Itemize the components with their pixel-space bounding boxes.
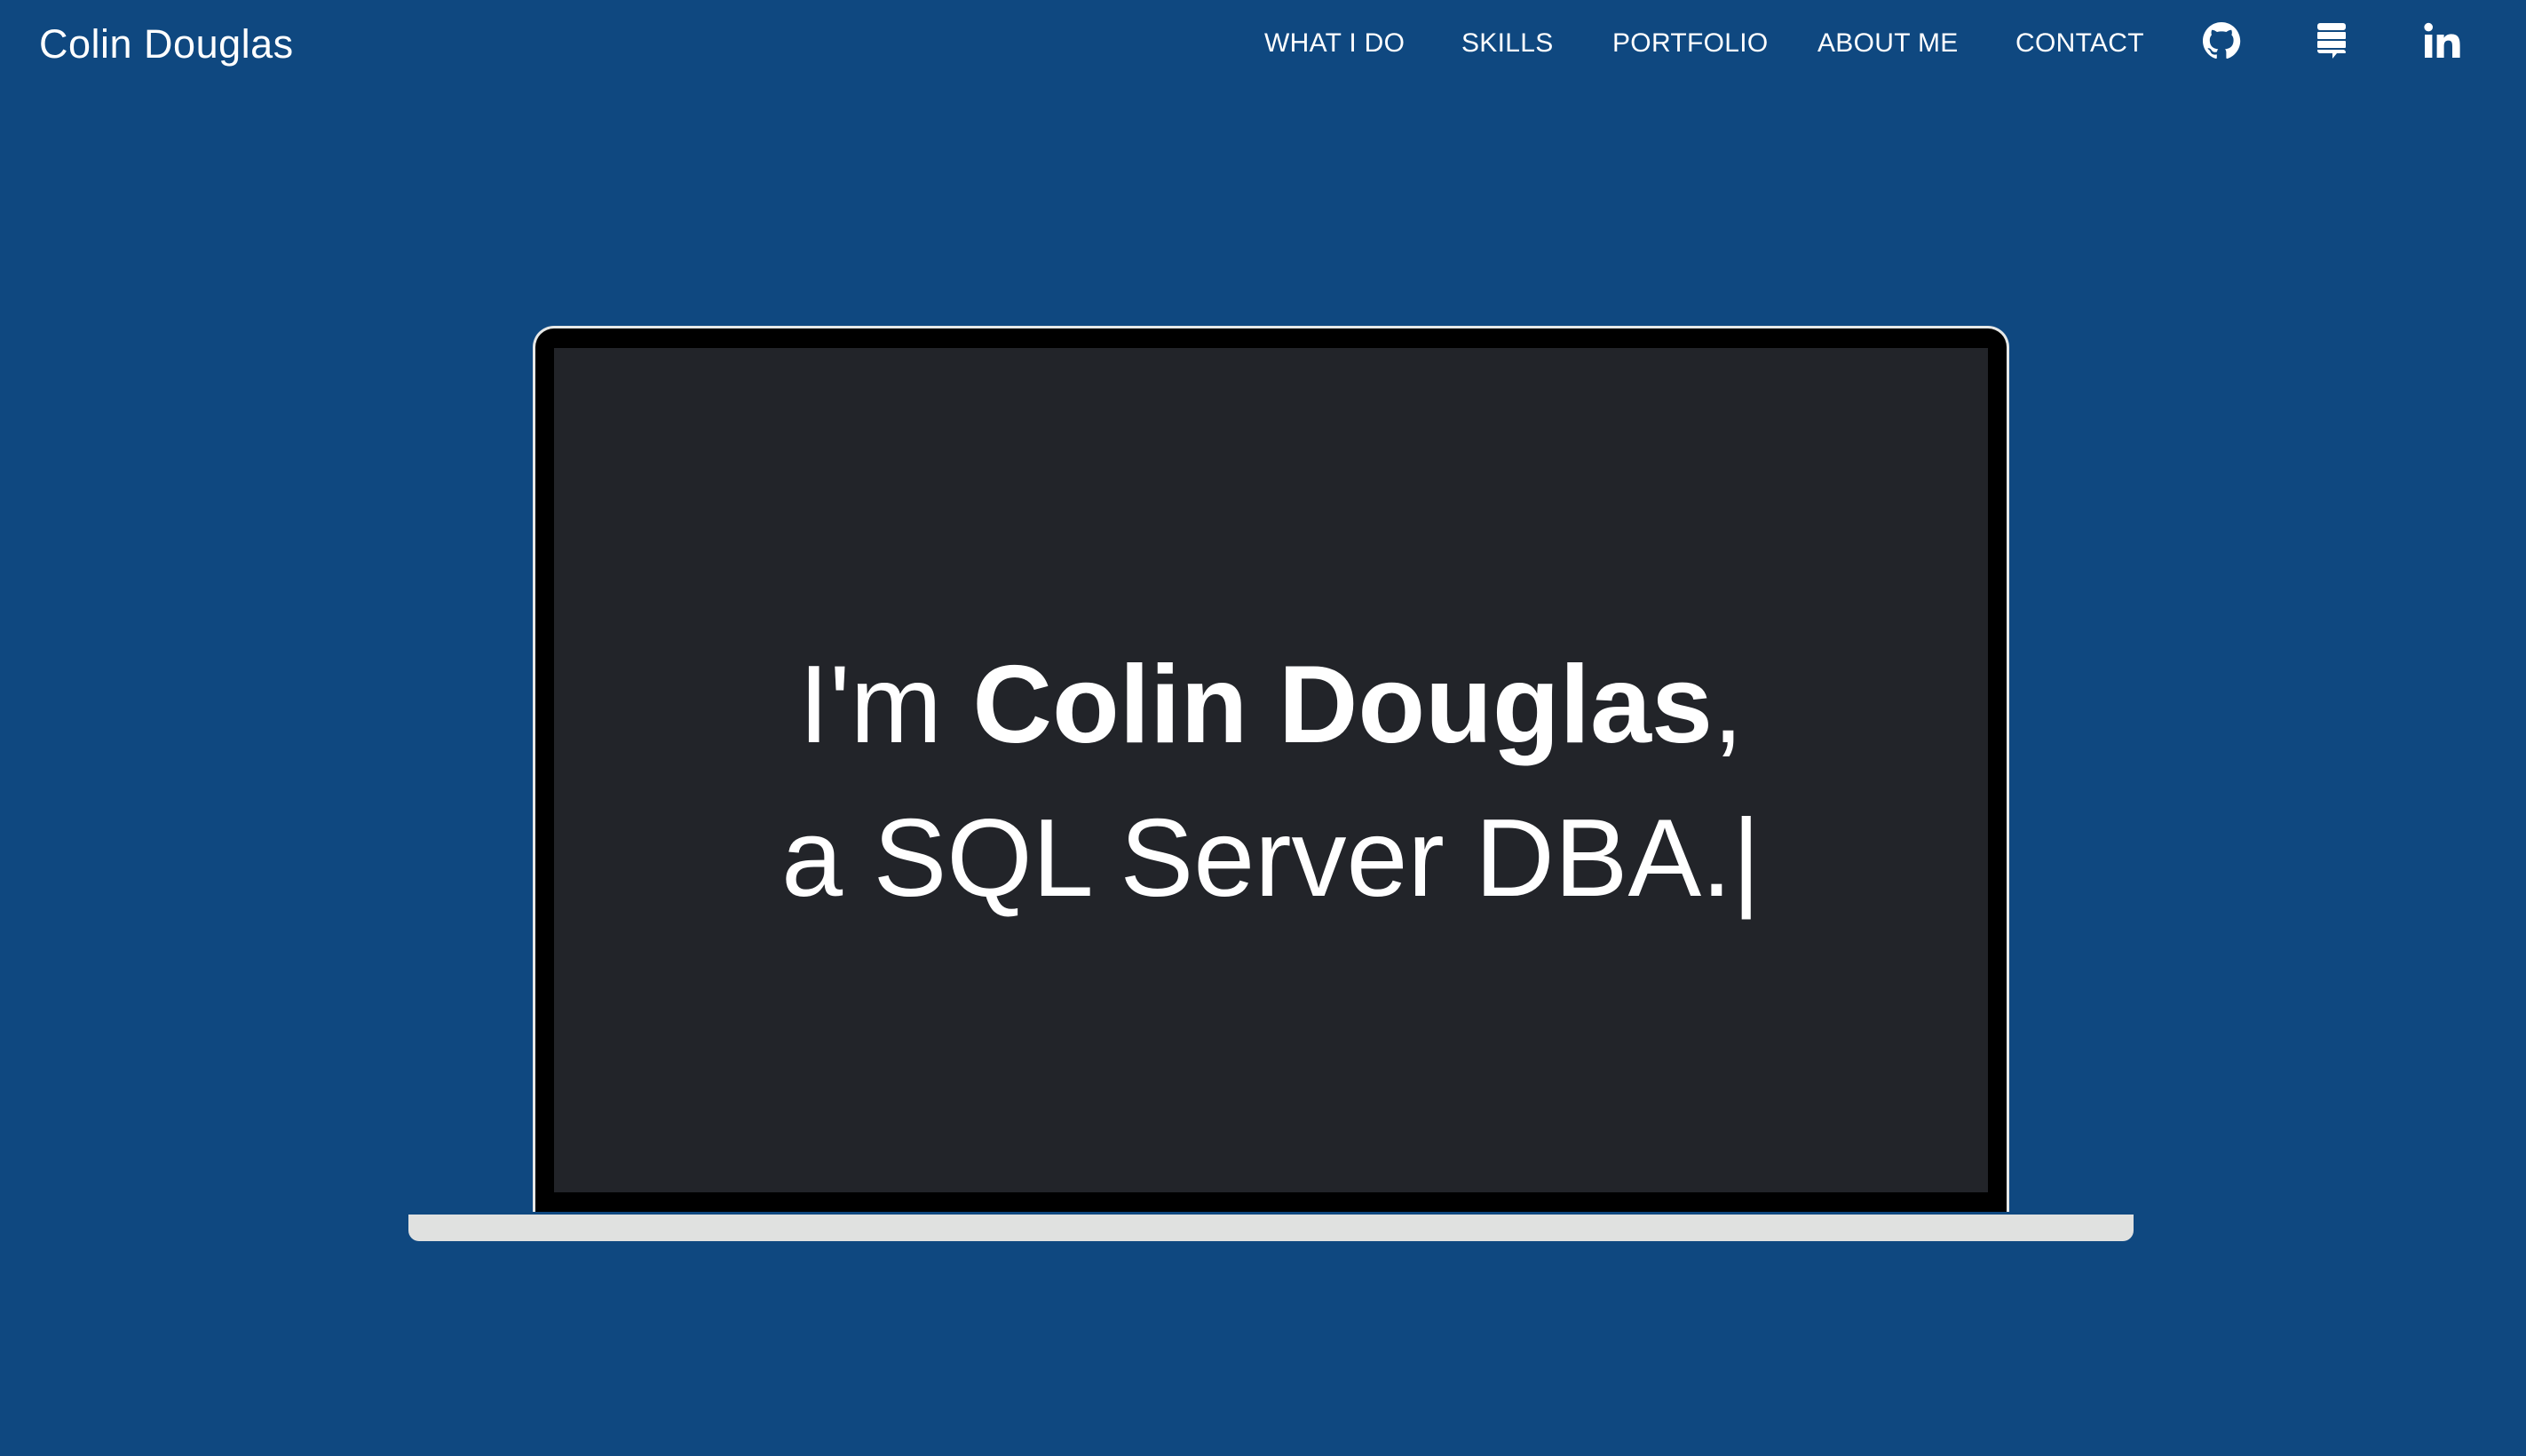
greeting-prefix: I'm	[798, 644, 973, 766]
linkedin-icon[interactable]	[2420, 20, 2463, 62]
nav-link-contact[interactable]: CONTACT	[2015, 28, 2144, 59]
laptop-screen	[554, 348, 1988, 1192]
laptop-base	[408, 1215, 2134, 1241]
nav-link-portfolio[interactable]: PORTFOLIO	[1612, 28, 1769, 59]
brand-link[interactable]: Colin Douglas	[39, 21, 294, 67]
hero-role: a SQL Server DBA.|	[554, 803, 1988, 914]
navbar: Colin Douglas WHAT I DO SKILLS PORTFOLIO…	[0, 0, 2526, 89]
nav-link-skills[interactable]: SKILLS	[1461, 28, 1554, 59]
typing-cursor: |	[1731, 797, 1761, 920]
nav-link-what-i-do[interactable]: WHAT I DO	[1264, 28, 1405, 59]
stack-overflow-icon[interactable]	[2310, 20, 2353, 62]
role-text: a SQL Server DBA.	[781, 797, 1732, 920]
github-icon[interactable]	[2200, 20, 2243, 62]
nav-link-about-me[interactable]: ABOUT ME	[1817, 28, 1959, 59]
hero-greeting: I'm Colin Douglas,	[554, 650, 1988, 760]
greeting-suffix: ,	[1712, 644, 1744, 766]
hero-name: Colin Douglas	[972, 644, 1713, 766]
